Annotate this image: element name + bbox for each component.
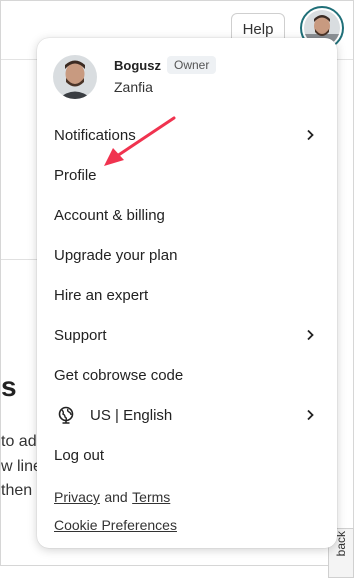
content-divider [1,259,41,260]
chevron-right-icon [307,329,314,341]
menu-user-header: Bogusz Owner Zanfia [53,55,323,99]
annotation-arrow-icon [104,116,176,166]
menu-item-label: US | English [90,406,173,424]
menu-item-log-out[interactable]: Log out [37,437,337,473]
background-heading: s [1,371,17,402]
globe-icon [58,406,74,424]
role-badge: Owner [167,56,217,74]
user-avatar [53,55,97,99]
menu-item-notifications[interactable]: Notifications [37,117,337,153]
privacy-link[interactable]: Privacy [54,489,100,505]
cookie-preferences-link[interactable]: Cookie Preferences [54,517,177,533]
menu-item-label: Hire an expert [54,286,149,304]
menu-item-hire-expert[interactable]: Hire an expert [37,277,337,313]
legal-links-separator: and [104,489,128,505]
menu-item-cobrowse-code[interactable]: Get cobrowse code [37,357,337,393]
background-text-line: then [1,482,33,499]
menu-item-upgrade-plan[interactable]: Upgrade your plan [37,237,337,273]
menu-item-label: Support [54,326,107,344]
menu-item-language[interactable]: US | English [37,397,337,433]
menu-item-label: Profile [54,166,97,184]
legal-links: Privacy and Terms [54,489,170,507]
menu-item-label: Get cobrowse code [54,366,184,384]
cookie-row: Cookie Preferences [54,517,177,535]
menu-item-support[interactable]: Support [37,317,337,353]
menu-item-label: Log out [54,446,105,464]
organization-name: Zanfia [114,79,153,95]
menu-item-label: Upgrade your plan [54,246,178,264]
chevron-right-icon [307,409,314,421]
background-text-line: to ad [1,433,37,450]
terms-link[interactable]: Terms [132,489,170,505]
menu-item-label: Account & billing [54,206,165,224]
background-text-line: w line [1,458,42,475]
chevron-right-icon [307,129,314,141]
account-menu: Bogusz Owner Zanfia Notifications Profil… [37,38,337,548]
menu-item-profile[interactable]: Profile [37,157,337,193]
user-name: Bogusz [114,58,161,73]
menu-item-account-billing[interactable]: Account & billing [37,197,337,233]
